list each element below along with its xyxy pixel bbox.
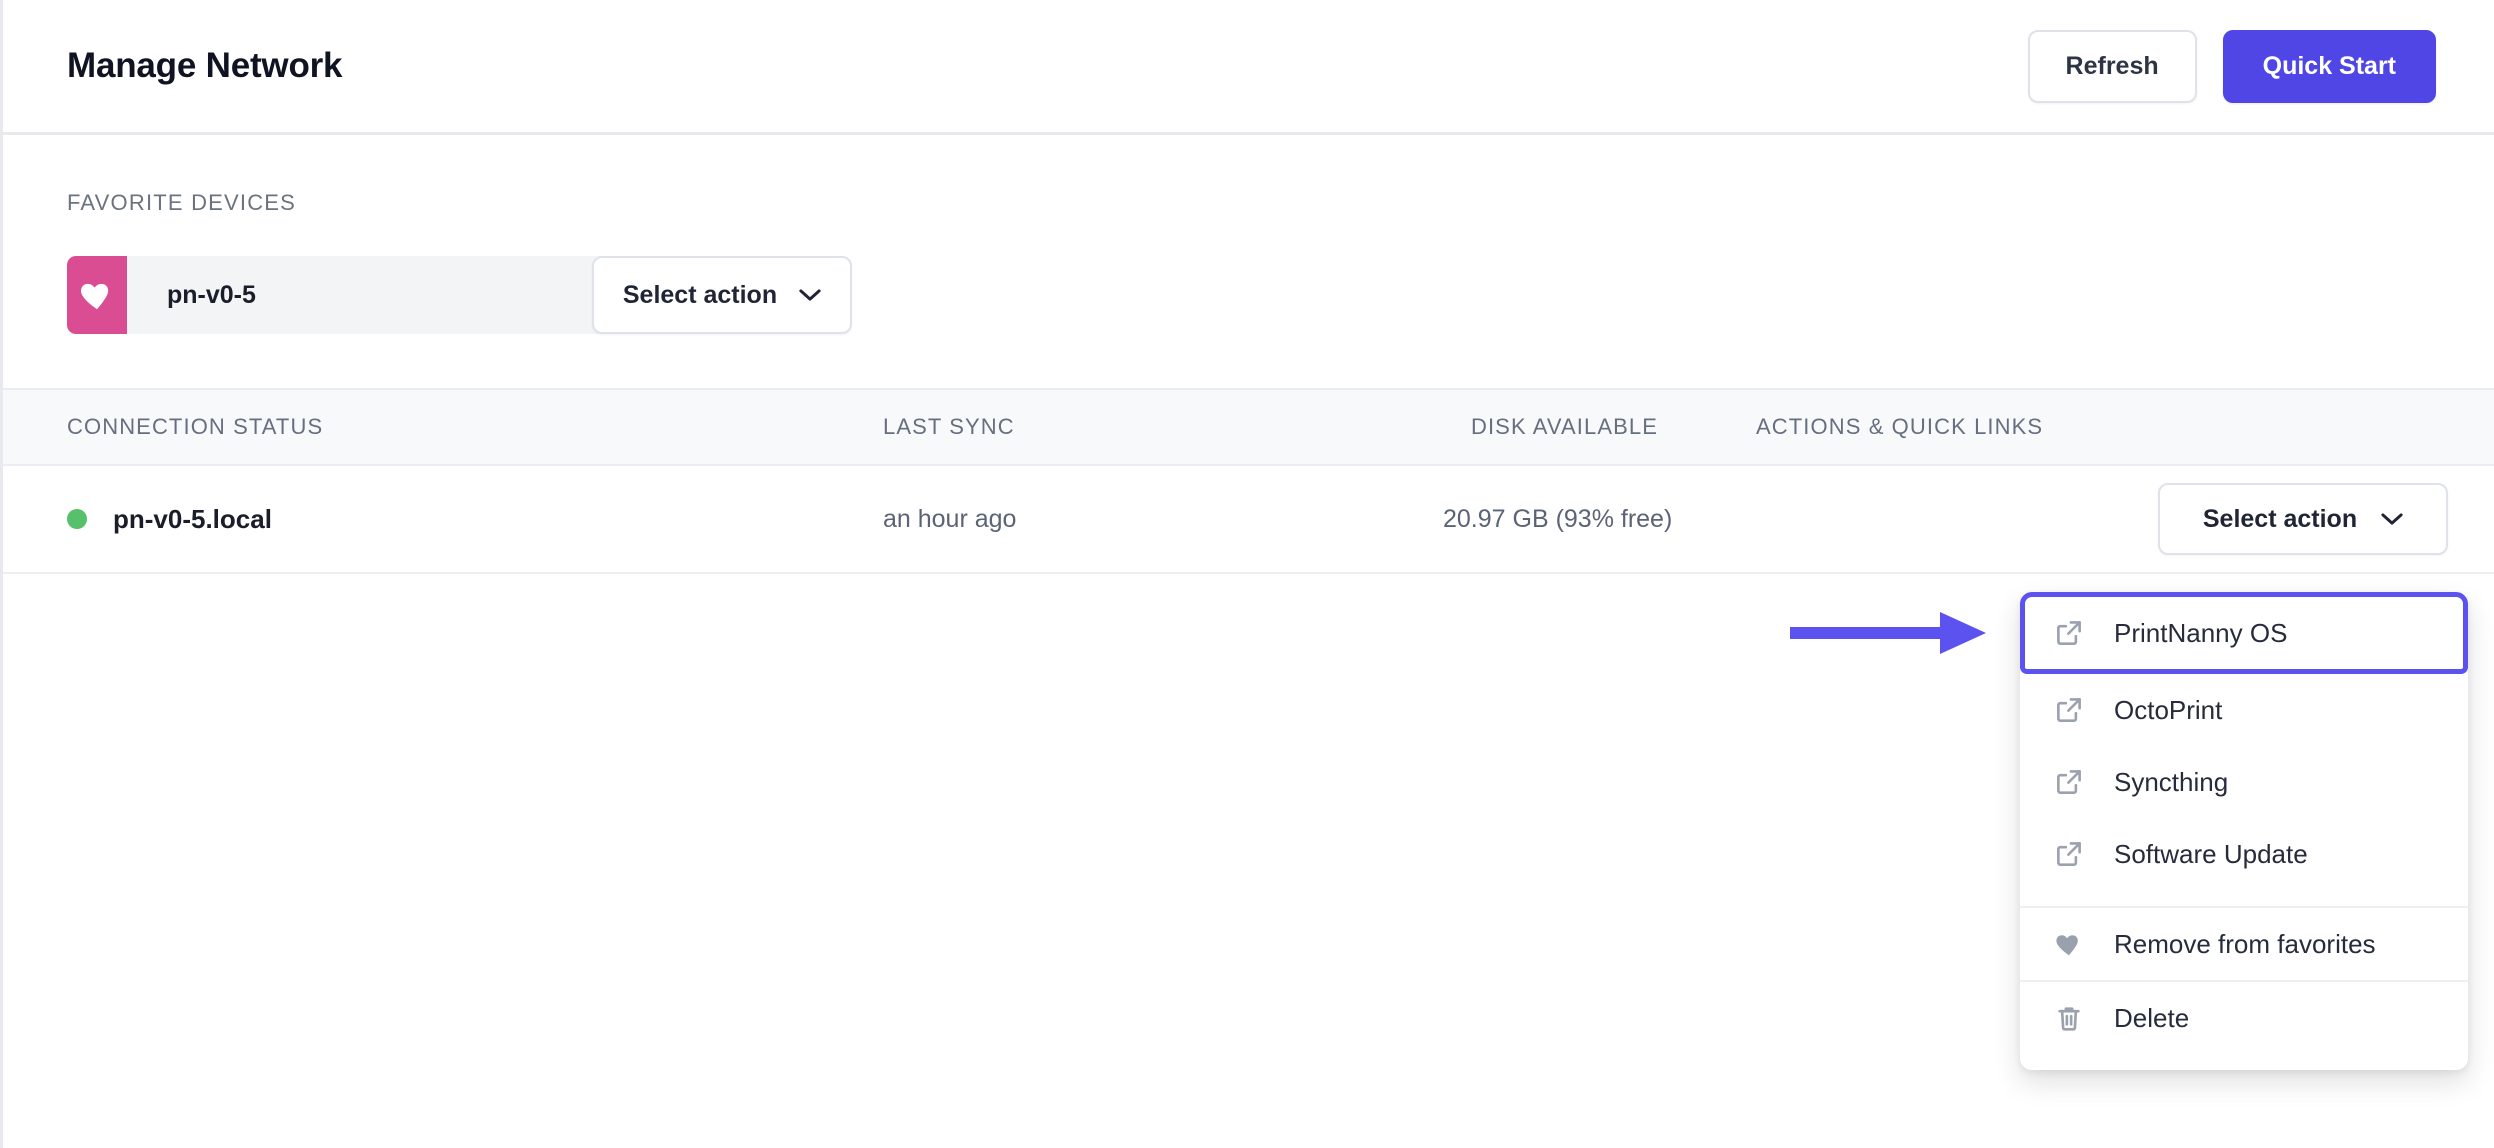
- favorite-devices-section: FAVORITE DEVICES pn-v0-5 Select action: [3, 135, 2494, 388]
- favorite-device-row[interactable]: pn-v0-5 Select action: [67, 256, 852, 334]
- menu-spacer-bottom: [2020, 1054, 2468, 1070]
- menu-item-label: OctoPrint: [2114, 694, 2223, 725]
- heart-icon: [2054, 929, 2084, 959]
- device-hostname: pn-v0-5.local: [113, 503, 272, 534]
- status-dot-online-icon: [67, 509, 87, 529]
- menu-item-syncthing[interactable]: Syncthing: [2020, 746, 2468, 818]
- menu-item-software-update[interactable]: Software Update: [2020, 818, 2468, 890]
- menu-item-octoprint[interactable]: OctoPrint: [2020, 674, 2468, 746]
- menu-item-delete[interactable]: Delete: [2020, 982, 2468, 1054]
- external-link-icon: [2054, 767, 2084, 797]
- row-select-action-button[interactable]: Select action: [2158, 483, 2448, 555]
- trash-icon: [2054, 1003, 2084, 1033]
- chevron-down-icon: [2381, 512, 2403, 526]
- column-header-disk-available: DISK AVAILABLE: [1470, 414, 1658, 439]
- column-header-last-sync: LAST SYNC: [883, 414, 1015, 439]
- menu-item-label: Syncthing: [2114, 766, 2229, 797]
- arrow-right-annotation-icon: [1790, 608, 2020, 658]
- refresh-button[interactable]: Refresh: [2027, 29, 2197, 103]
- favorite-devices-label: FAVORITE DEVICES: [67, 190, 297, 215]
- quick-start-button[interactable]: Quick Start: [2222, 29, 2436, 103]
- menu-item-label: Delete: [2114, 1002, 2190, 1033]
- column-header-actions: ACTIONS & QUICK LINKS: [1756, 414, 2044, 439]
- menu-item-printnanny-os[interactable]: PrintNanny OS: [2020, 592, 2468, 674]
- menu-spacer: [2020, 890, 2468, 906]
- cell-connection-status: pn-v0-5.local: [3, 504, 883, 535]
- devices-table-header: CONNECTION STATUS LAST SYNC DISK AVAILAB…: [3, 388, 2494, 466]
- row-select-action-label: Select action: [2202, 504, 2358, 533]
- heart-icon: [67, 256, 127, 334]
- header-actions: Refresh Quick Start: [2027, 29, 2436, 103]
- page-title: Manage Network: [67, 46, 343, 85]
- menu-item-label: PrintNanny OS: [2114, 617, 2288, 648]
- column-header-connection-status: CONNECTION STATUS: [67, 414, 324, 439]
- menu-item-label: Remove from favorites: [2114, 928, 2376, 959]
- favorite-device-name: pn-v0-5: [127, 256, 600, 334]
- table-row: pn-v0-5.local an hour ago 20.97 GB (93% …: [3, 466, 2494, 574]
- chevron-down-icon: [799, 288, 821, 302]
- external-link-icon: [2054, 839, 2084, 869]
- cell-last-sync: an hour ago: [883, 504, 1017, 533]
- favorite-select-action-label: Select action: [622, 280, 778, 309]
- cell-disk-available: 20.97 GB (93% free): [1443, 504, 1673, 533]
- menu-item-remove-from-favorites[interactable]: Remove from favorites: [2020, 908, 2468, 980]
- manage-network-page: Manage Network Refresh Quick Start FAVOR…: [0, 0, 2494, 1148]
- menu-item-label: Software Update: [2114, 838, 2308, 869]
- page-header: Manage Network Refresh Quick Start: [3, 0, 2494, 135]
- external-link-icon: [2054, 695, 2084, 725]
- select-action-dropdown-menu: PrintNanny OS OctoPrint Syncthing Softwa…: [2020, 592, 2468, 1070]
- cell-actions: Select action: [1658, 483, 2494, 555]
- favorite-select-action-button[interactable]: Select action: [592, 256, 852, 334]
- external-link-icon: [2054, 618, 2084, 648]
